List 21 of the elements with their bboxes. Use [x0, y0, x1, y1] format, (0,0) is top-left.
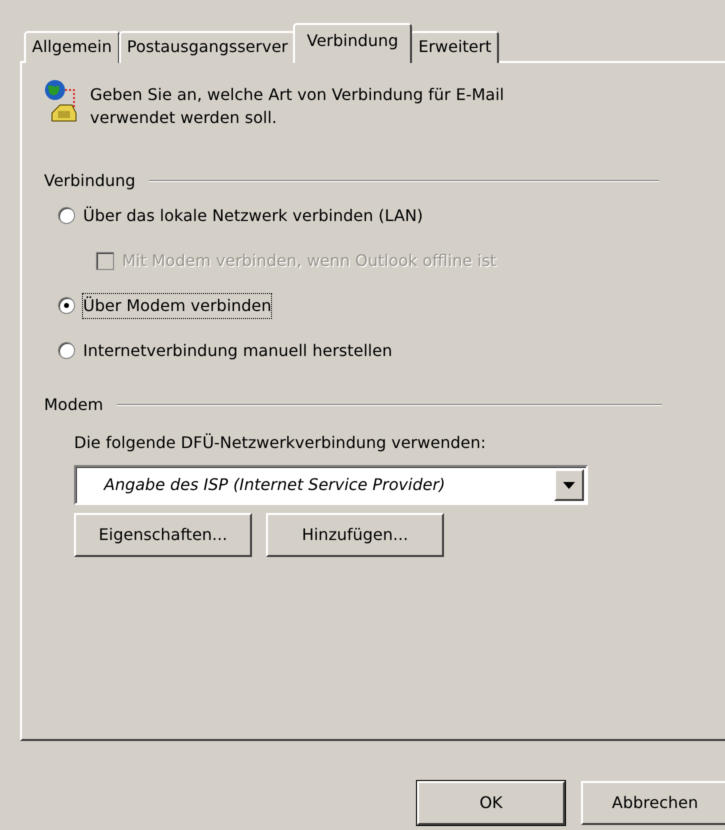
- tab[interactable]: Erweitert: [410, 31, 500, 63]
- option-label: Mit Modem verbinden, wenn Outlook offline ist: [122, 250, 496, 272]
- tab[interactable]: Allgemein: [24, 31, 120, 63]
- option-label: Über Modem verbinden: [83, 294, 272, 318]
- group-title: Modem: [44, 394, 104, 416]
- option-label: Internetverbindung manuell herstellen: [83, 340, 392, 362]
- dropdown[interactable]: Angabe des ISP (Internet Service Provider): [74, 465, 588, 505]
- tab[interactable]: Verbindung: [292, 23, 412, 63]
- intro-text: Geben Sie an, welche Art von Verbindung für E-Mail verwendet werden soll.: [90, 84, 506, 129]
- dialog-button[interactable]: Eigenschaften...: [74, 513, 252, 557]
- radio-button[interactable]: [58, 207, 75, 224]
- radio-button[interactable]: [58, 342, 75, 359]
- dialog-button[interactable]: Hinzufügen...: [266, 513, 444, 557]
- dialog-button[interactable]: OK: [417, 781, 565, 825]
- radio-button[interactable]: [58, 297, 75, 314]
- group-title: Verbindung: [44, 170, 136, 192]
- field-label: Die folgende DFÜ-Netzwerkverbindung verwenden:: [74, 432, 487, 454]
- dialog-button[interactable]: Abbrechen: [581, 781, 725, 825]
- dropdown-arrow-icon: [563, 482, 575, 488]
- tab[interactable]: Postausgangsserver: [118, 31, 296, 63]
- option-label: Über das lokale Netzwerk verbinden (LAN): [83, 204, 424, 226]
